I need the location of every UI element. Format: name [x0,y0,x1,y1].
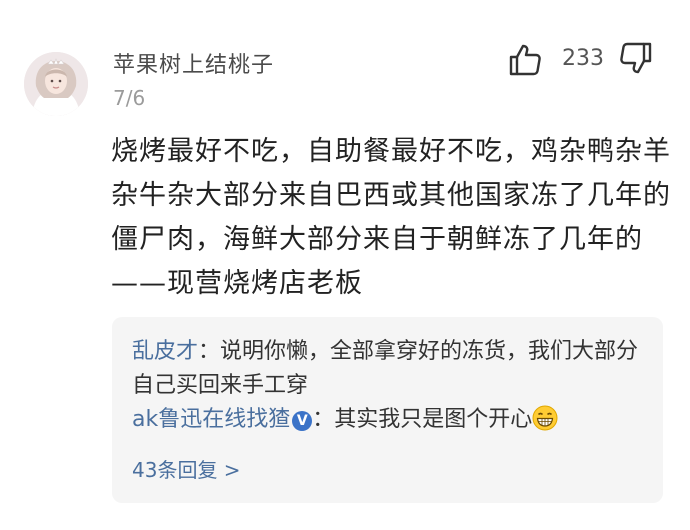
thumbs-down-icon[interactable] [618,40,654,76]
reply-author[interactable]: 乱皮才 [132,339,198,364]
thumbs-up-icon[interactable] [507,42,543,78]
reply-item: 乱皮才：说明你懒，全部拿穿好的冻货，我们大部分自己买回来手工穿 [132,335,647,403]
reply-text: 其实我只是图个开心 [334,407,533,432]
reply-separator: ： [198,339,221,364]
verified-badge-icon: V [292,411,313,431]
username[interactable]: 苹果树上结桃子 [113,47,274,79]
like-count: 233 [562,46,604,71]
reply-section: 乱皮才：说明你懒，全部拿穿好的冻货，我们大部分自己买回来手工穿 ak鲁迅在线找猹… [112,317,663,503]
reply-item: ak鲁迅在线找猹 V ：其实我只是图个开心 [132,403,647,442]
reply-separator: ： [312,407,335,432]
reply-author[interactable]: ak鲁迅在线找猹 [132,407,290,432]
avatar[interactable] [24,52,88,116]
comment-text: 烧烤最好不吃，自助餐最好不吃，鸡杂鸭杂羊杂牛杂大部分来自巴西或其他国家冻了几年的… [111,136,671,299]
more-replies-link[interactable]: 43条回复 > [132,454,647,483]
grinning-face-icon [532,405,558,442]
comment-date: 7/6 [113,86,146,110]
